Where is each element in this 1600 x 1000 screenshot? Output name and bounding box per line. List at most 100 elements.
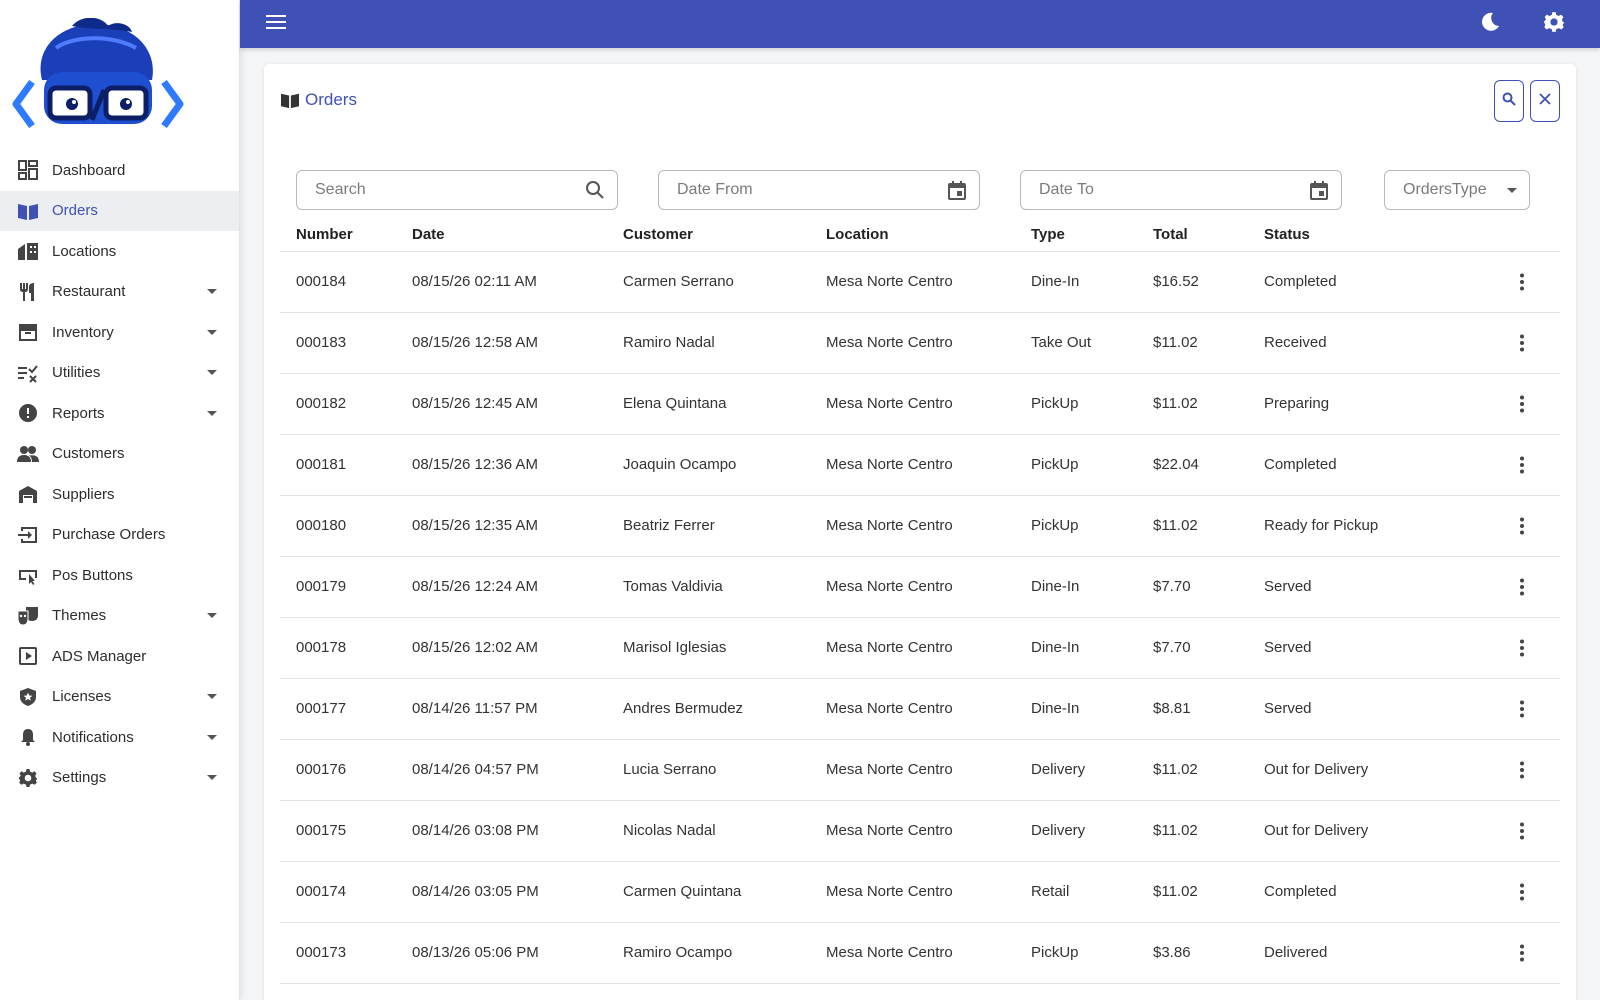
sidebar-item-orders[interactable]: Orders [0, 190, 239, 231]
order-location-cell: Mesa Norte Centro [810, 617, 1015, 679]
filter-bar: OrdersType [296, 170, 1552, 210]
column-header-type[interactable]: Type [1015, 219, 1137, 252]
row-actions-cell [1428, 678, 1560, 740]
settings-button[interactable] [1534, 4, 1574, 44]
search-toggle-button[interactable] [1494, 80, 1524, 122]
row-menu-button[interactable] [1510, 636, 1534, 660]
calendar-icon[interactable] [1309, 180, 1329, 200]
gear-icon [1543, 11, 1565, 38]
order-number-cell: 000184 [280, 251, 396, 313]
search-icon[interactable] [585, 180, 605, 200]
row-menu-button[interactable] [1510, 270, 1534, 294]
table-row[interactable]: 000181 08/15/26 12:36 AM Joaquin Ocampo Mes… [280, 434, 1560, 496]
order-location-cell: Mesa Norte Centro [810, 800, 1015, 862]
column-header-total[interactable]: Total [1137, 219, 1248, 252]
more-vertical-icon [1520, 944, 1524, 961]
table-row[interactable]: 000178 08/15/26 12:02 AM Marisol Iglesias M… [280, 617, 1560, 679]
row-menu-button[interactable] [1510, 453, 1534, 477]
order-number-cell: 000180 [280, 495, 396, 557]
table-row[interactable]: 000184 08/15/26 02:11 AM Carmen Serrano Mes… [280, 251, 1560, 313]
checklist-icon [16, 361, 40, 385]
button-cursor-icon [16, 563, 40, 587]
sidebar-item-pos-buttons[interactable]: Pos Buttons [0, 555, 239, 596]
close-icon [1539, 92, 1551, 110]
sidebar-item-ads-manager[interactable]: ADS Manager [0, 636, 239, 677]
column-header-location[interactable]: Location [810, 219, 1015, 252]
column-header-customer[interactable]: Customer [607, 219, 810, 252]
close-button[interactable] [1530, 80, 1560, 122]
order-total-cell: $22.04 [1137, 434, 1248, 496]
chevron-down-icon [207, 613, 217, 619]
order-type-cell: PickUp [1015, 495, 1137, 557]
sidebar-item-inventory[interactable]: Inventory [0, 312, 239, 353]
sidebar-item-restaurant[interactable]: Restaurant [0, 272, 239, 313]
row-menu-button[interactable] [1510, 331, 1534, 355]
table-row[interactable]: 000176 08/14/26 04:57 PM Lucia Serrano Mesa… [280, 739, 1560, 801]
orders-type-select[interactable]: OrdersType [1384, 170, 1530, 210]
mascot-logo-icon [12, 18, 184, 129]
order-total-cell: $7.70 [1137, 556, 1248, 618]
column-header-number[interactable]: Number [280, 219, 396, 252]
archive-icon [16, 320, 40, 344]
sidebar-item-licenses[interactable]: Licenses [0, 677, 239, 718]
table-row[interactable]: 000174 08/14/26 03:05 PM Carmen Quintana Me… [280, 861, 1560, 923]
order-date-cell: 08/15/26 12:35 AM [396, 495, 607, 557]
column-header-date[interactable]: Date [396, 219, 607, 252]
order-customer-cell: Lucia Serrano [607, 739, 810, 801]
sidebar-item-label: Purchase Orders [52, 526, 166, 544]
order-status-cell: Delivered [1248, 922, 1428, 984]
order-date-cell: 08/15/26 12:36 AM [396, 434, 607, 496]
table-row[interactable]: 000179 08/15/26 12:24 AM Tomas Valdivia Mes… [280, 556, 1560, 618]
calendar-icon[interactable] [947, 180, 967, 200]
date-to-input[interactable] [1039, 181, 1309, 199]
sidebar-item-purchase-orders[interactable]: Purchase Orders [0, 515, 239, 556]
row-menu-button[interactable] [1510, 697, 1534, 721]
order-customer-cell: Elena Quintana [607, 373, 810, 435]
order-status-cell: Out for Delivery [1248, 800, 1428, 862]
row-actions-cell [1428, 251, 1560, 313]
search-input[interactable] [315, 181, 585, 199]
date-from-input[interactable] [677, 181, 947, 199]
more-vertical-icon [1520, 761, 1524, 778]
dark-mode-toggle-button[interactable] [1470, 4, 1510, 44]
row-menu-button[interactable] [1510, 758, 1534, 782]
sidebar-item-settings[interactable]: Settings [0, 758, 239, 799]
sidebar-item-label: Dashboard [52, 161, 126, 179]
order-number-cell: 000177 [280, 678, 396, 740]
order-status-cell: Completed [1248, 434, 1428, 496]
sidebar-item-themes[interactable]: Themes [0, 596, 239, 637]
table-row[interactable]: 000175 08/14/26 03:08 PM Nicolas Nadal Mesa… [280, 800, 1560, 862]
more-vertical-icon [1520, 273, 1524, 290]
sidebar-item-dashboard[interactable]: Dashboard [0, 150, 239, 191]
warehouse-icon [16, 482, 40, 506]
sidebar-item-label: Utilities [52, 364, 101, 382]
menu-toggle-button[interactable] [256, 4, 296, 44]
sidebar-item-customers[interactable]: Customers [0, 434, 239, 475]
table-row[interactable]: 000177 08/14/26 11:57 PM Andres Bermudez Me… [280, 678, 1560, 740]
sidebar-item-utilities[interactable]: Utilities [0, 353, 239, 394]
row-menu-button[interactable] [1510, 392, 1534, 416]
order-type-cell: PickUp [1015, 434, 1137, 496]
row-menu-button[interactable] [1510, 514, 1534, 538]
order-number-cell: 000183 [280, 312, 396, 374]
sidebar-item-reports[interactable]: Reports [0, 393, 239, 434]
sidebar-item-notifications[interactable]: Notifications [0, 717, 239, 758]
search-field [296, 170, 618, 210]
table-row[interactable]: 000183 08/15/26 12:58 AM Ramiro Nadal Mesa … [280, 312, 1560, 374]
order-number-cell: 000176 [280, 739, 396, 801]
column-header-status[interactable]: Status [1248, 219, 1428, 252]
table-row[interactable]: 000180 08/15/26 12:35 AM Beatriz Ferrer Mes… [280, 495, 1560, 557]
date-from-field [658, 170, 980, 210]
table-row[interactable]: 000173 08/13/26 05:06 PM Ramiro Ocampo Mesa… [280, 922, 1560, 984]
row-menu-button[interactable] [1510, 575, 1534, 599]
more-vertical-icon [1520, 578, 1524, 595]
row-menu-button[interactable] [1510, 819, 1534, 843]
sidebar-item-suppliers[interactable]: Suppliers [0, 474, 239, 515]
more-vertical-icon [1520, 639, 1524, 656]
sidebar-item-locations[interactable]: Locations [0, 231, 239, 272]
table-row[interactable]: 000182 08/15/26 12:45 AM Elena Quintana Mes… [280, 373, 1560, 435]
order-status-cell: Preparing [1248, 373, 1428, 435]
order-number-cell: 000178 [280, 617, 396, 679]
row-menu-button[interactable] [1510, 941, 1534, 965]
row-menu-button[interactable] [1510, 880, 1534, 904]
